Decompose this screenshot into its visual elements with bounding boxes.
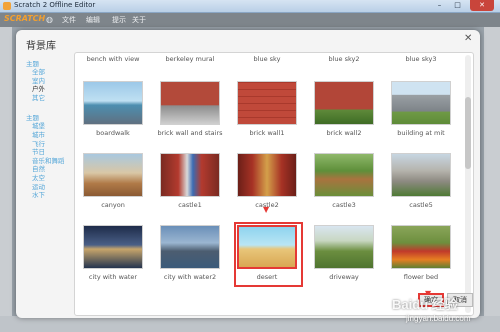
backdrop-thumbnail [83, 81, 143, 125]
backdrop-label: canyon [101, 201, 125, 209]
scrollbar-thumb[interactable] [465, 97, 471, 169]
backdrop-thumbnail [237, 225, 297, 269]
category-sidebar: 主题 全部 室内 户外 其它 主题 城堡 城市 飞行 节日 音乐和舞蹈 自然 太… [26, 56, 78, 200]
category-indoors[interactable]: 室内 [26, 77, 78, 86]
menu-file[interactable]: 文件 [62, 15, 76, 25]
dialog-title: 背景库 [26, 41, 56, 52]
category-outdoors[interactable]: 户外 [26, 85, 78, 94]
backdrop-label: castle5 [409, 201, 433, 209]
backdrop-thumbnail [160, 225, 220, 269]
backdrop-label: city with water [88, 273, 138, 281]
backdrop-thumbnail [314, 81, 374, 125]
workspace-right-pane [484, 27, 500, 332]
scratch-logo: SCRATCH [4, 14, 46, 23]
globe-icon[interactable]: ◍ [46, 16, 54, 24]
backdrop-thumbnail [314, 225, 374, 269]
minimize-button[interactable]: – [432, 0, 447, 11]
category-other[interactable]: 其它 [26, 94, 78, 103]
maximize-button[interactable]: □ [450, 0, 465, 11]
backdrop-thumbnail [237, 153, 297, 197]
backdrop-thumbnail [391, 225, 451, 269]
baidu-watermark-url: jingyan.baidu.com [406, 314, 471, 323]
category-all[interactable]: 全部 [26, 68, 78, 77]
backdrop-label: berkeley mural [165, 55, 215, 63]
backdrop-label: city with water2 [163, 273, 217, 281]
backdrop-label: brick wall2 [326, 129, 362, 137]
backdrop-label: building at mit [397, 129, 445, 137]
theme-holiday[interactable]: 节日 [26, 148, 78, 157]
backdrop-label: brick wall and stairs [157, 129, 223, 137]
menu-bar: SCRATCH ◍ 文件 编辑 提示 关于 [0, 13, 500, 27]
window-close-button[interactable]: ✕ [470, 0, 494, 11]
theme-space[interactable]: 太空 [26, 174, 78, 183]
menu-tips[interactable]: 提示 [112, 15, 126, 25]
backdrop-label: boardwalk [96, 129, 130, 137]
backdrop-thumbnail [83, 225, 143, 269]
baidu-watermark: Baidu 经验 [392, 297, 458, 312]
theme-sports[interactable]: 运动 [26, 183, 78, 192]
backdrop-label: desert [256, 273, 278, 281]
theme-underwater[interactable]: 水下 [26, 191, 78, 200]
backdrop-thumbnail [391, 81, 451, 125]
backdrop-library-dialog: 背景库 ✕ 主题 全部 室内 户外 其它 主题 城堡 城市 飞行 节日 音乐和舞… [16, 30, 480, 318]
backdrop-thumbnail [160, 81, 220, 125]
menu-about[interactable]: 关于 [132, 15, 146, 25]
backdrop-label: flower bed [403, 273, 439, 281]
backdrop-thumbnail [160, 153, 220, 197]
scratch-app-icon [3, 2, 11, 10]
backdrop-thumbnail [314, 153, 374, 197]
backdrop-label: castle3 [332, 201, 356, 209]
theme-city[interactable]: 城市 [26, 131, 78, 140]
backdrop-label: blue sky3 [405, 55, 437, 63]
backdrop-thumbnail [391, 153, 451, 197]
category-header-theme: 主题 [26, 114, 39, 123]
menu-edit[interactable]: 编辑 [86, 15, 100, 25]
window-title: Scratch 2 Offline Editor [14, 1, 96, 9]
backdrop-label: blue sky [253, 55, 281, 63]
backdrop-thumbnail [237, 81, 297, 125]
annotation-arrow-down-icon: ▼ [263, 205, 270, 214]
dialog-close-icon[interactable]: ✕ [464, 34, 474, 44]
backdrop-label: brick wall1 [249, 129, 285, 137]
backdrop-grid: bench with view berkeley mural blue sky … [74, 52, 474, 316]
scrollbar-track[interactable] [465, 55, 471, 313]
backdrop-label: bench with view [86, 55, 140, 63]
backdrop-label: blue sky2 [328, 55, 360, 63]
window-title-bar: Scratch 2 Offline Editor – □ ✕ [0, 0, 500, 13]
theme-nature[interactable]: 自然 [26, 165, 78, 174]
workspace-left-pane [0, 27, 12, 332]
backdrop-label: castle1 [178, 201, 202, 209]
backdrop-thumbnail [83, 153, 143, 197]
backdrop-label: driveway [329, 273, 359, 281]
category-header-main: 主题 [26, 60, 39, 68]
theme-flying[interactable]: 飞行 [26, 140, 78, 149]
theme-castle[interactable]: 城堡 [26, 122, 78, 131]
